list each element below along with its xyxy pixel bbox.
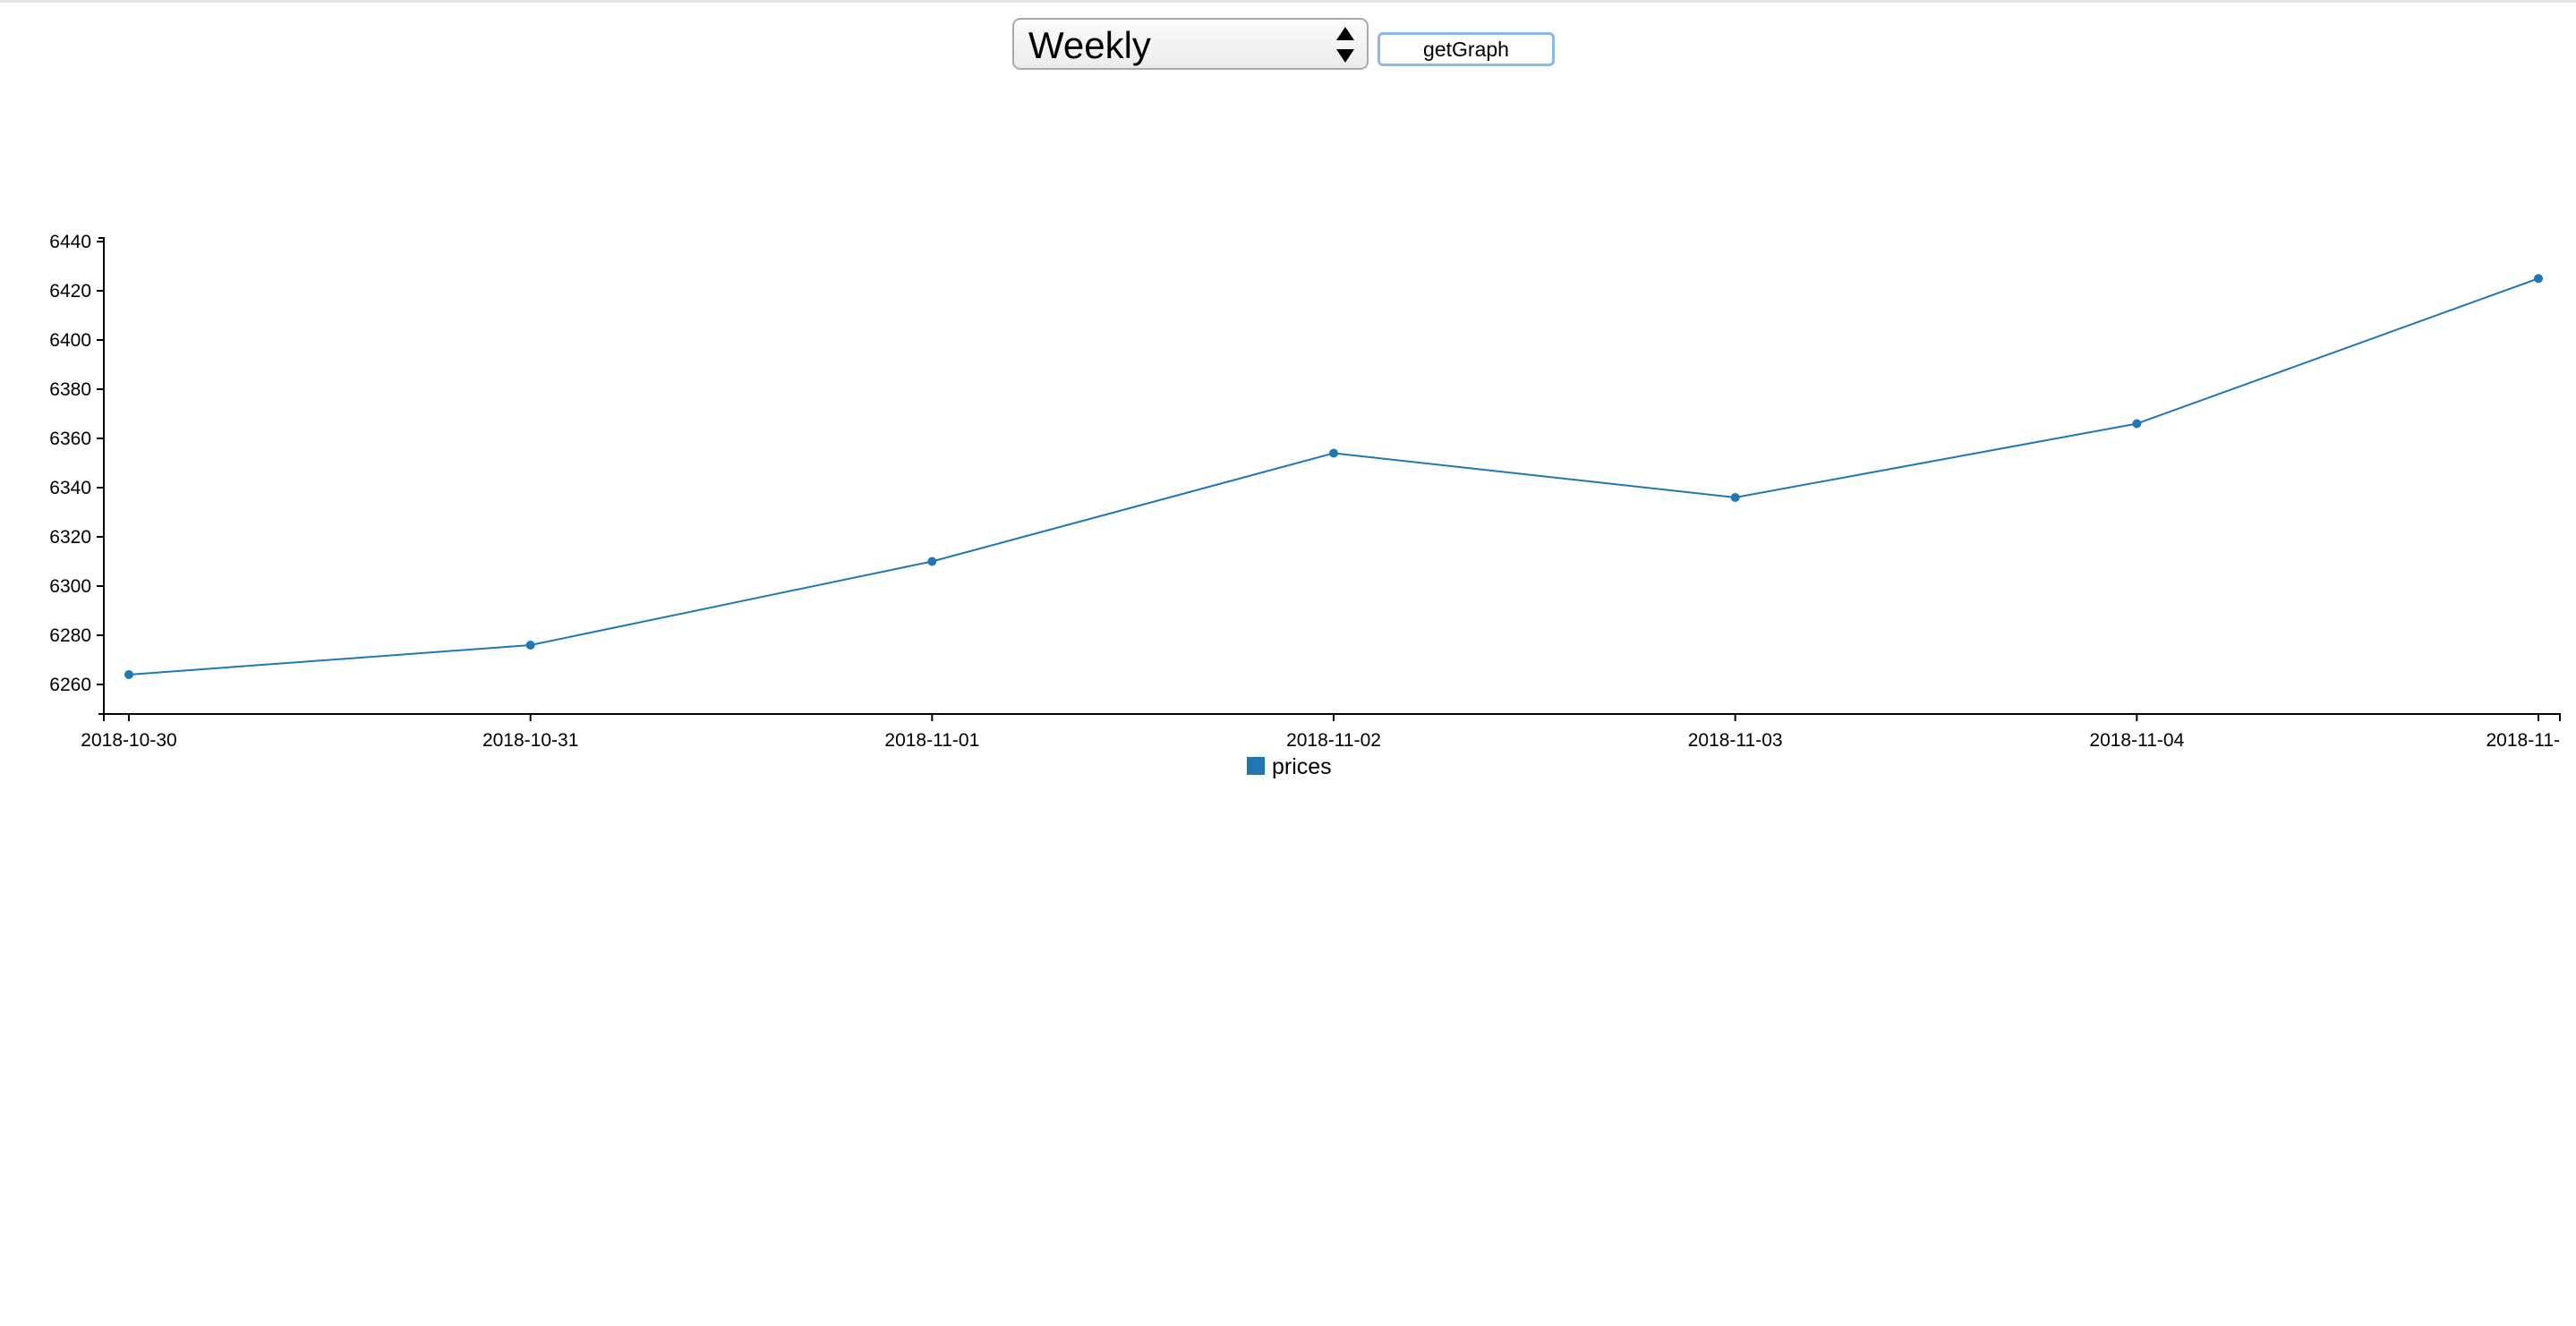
- data-point[interactable]: [1730, 493, 1740, 502]
- x-tick-label: 2018-11-01: [884, 730, 979, 751]
- x-tick-label: 2018-11-02: [1286, 730, 1381, 751]
- price-chart: 6260 6280 6300 6320 6340 6360 6380 6400 6420 6440…: [0, 215, 2576, 805]
- line-chart-svg: 6260 6280 6300 6320 6340 6360 6380 6400 6420 6440…: [49, 232, 2561, 779]
- period-select[interactable]: Weekly: [1012, 18, 1369, 70]
- legend-swatch: [1247, 757, 1265, 775]
- y-tick-label: 6280: [49, 625, 91, 646]
- get-graph-button[interactable]: getGraph: [1378, 32, 1555, 66]
- x-tick-label: 2018-11-03: [1688, 730, 1783, 751]
- period-select-value: Weekly: [1028, 24, 1151, 66]
- chart-controls: Weekly getGraph: [1012, 16, 1555, 72]
- x-tick-label: 2018-10-30: [81, 730, 176, 751]
- data-point[interactable]: [525, 641, 535, 650]
- series-layer: [124, 274, 2543, 679]
- series-line-prices: [128, 277, 2539, 676]
- top-border: [0, 0, 2576, 3]
- data-point[interactable]: [2534, 274, 2543, 284]
- y-tick-label: 6440: [49, 232, 91, 252]
- x-tick-label: 2018-11-04: [2089, 730, 2184, 751]
- legend-label: prices: [1272, 754, 1332, 779]
- y-tick-label: 6380: [49, 379, 91, 400]
- x-tick-label: 2018-10-31: [482, 730, 578, 751]
- data-point[interactable]: [1329, 448, 1338, 458]
- select-updown-arrows-icon: [1336, 27, 1354, 63]
- y-tick-label: 6260: [49, 675, 91, 695]
- y-tick-label: 6340: [49, 478, 91, 498]
- y-tick-label: 6300: [49, 576, 91, 597]
- y-axis: 6260 6280 6300 6320 6340 6360 6380 6400 6420 6440: [49, 232, 105, 715]
- data-point[interactable]: [927, 557, 937, 566]
- y-tick-label: 6400: [49, 330, 91, 351]
- x-tick-label: 2018-11-: [2486, 730, 2560, 751]
- y-tick-label: 6320: [49, 527, 91, 548]
- legend: prices: [1247, 754, 1332, 779]
- y-tick-label: 6360: [49, 429, 91, 449]
- y-tick-label: 6420: [49, 281, 91, 302]
- x-axis: 2018-10-30 2018-10-31 2018-11-01 2018-11-02…: [81, 713, 2561, 751]
- data-point[interactable]: [2132, 419, 2142, 429]
- data-point[interactable]: [124, 670, 133, 679]
- x-axis-line: [103, 713, 2561, 721]
- y-axis-line: [98, 237, 105, 715]
